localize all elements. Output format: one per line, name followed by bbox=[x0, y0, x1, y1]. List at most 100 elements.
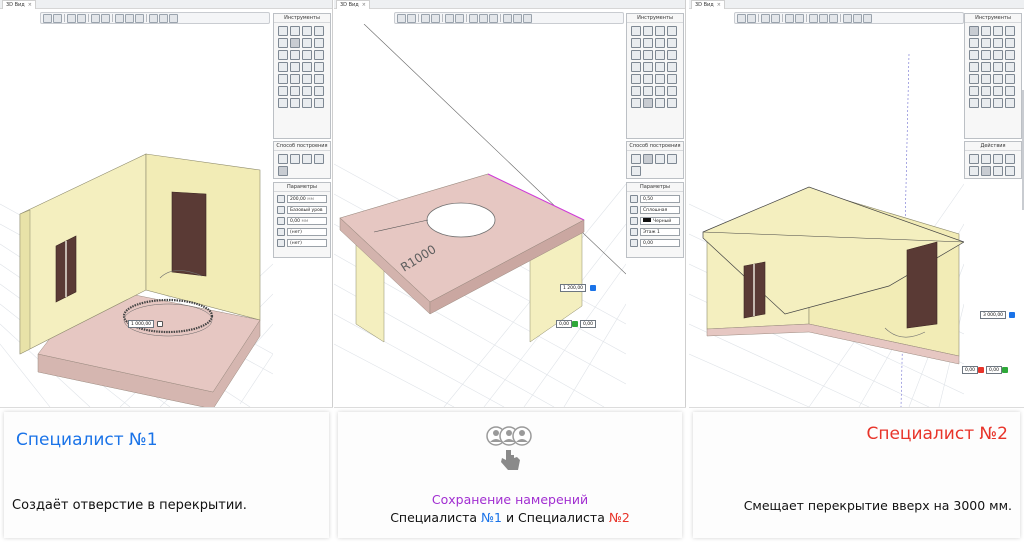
lock-icon[interactable] bbox=[157, 321, 163, 327]
undo-icon[interactable] bbox=[43, 13, 52, 23]
copy-icon[interactable] bbox=[819, 13, 828, 23]
stair-tool-icon[interactable] bbox=[667, 38, 677, 48]
mesh-tool-icon[interactable] bbox=[302, 74, 312, 84]
fill-tool-icon[interactable] bbox=[302, 98, 312, 108]
mesh-tool-icon[interactable] bbox=[993, 74, 1003, 84]
morph-tool-icon[interactable] bbox=[969, 74, 979, 84]
elevation-tool-icon[interactable] bbox=[981, 86, 991, 96]
line-tool-icon[interactable] bbox=[969, 98, 979, 108]
roof-tool-icon[interactable] bbox=[302, 38, 312, 48]
curtain-wall-tool-icon[interactable] bbox=[655, 62, 665, 72]
zone-tool-icon[interactable] bbox=[981, 62, 991, 72]
slab-tool-icon[interactable] bbox=[981, 38, 991, 48]
door-tool-icon[interactable] bbox=[981, 50, 991, 60]
elevate-action-icon[interactable] bbox=[969, 166, 979, 176]
cut-icon[interactable] bbox=[469, 13, 478, 23]
help-icon[interactable] bbox=[523, 13, 532, 23]
slab-tool-icon[interactable] bbox=[290, 38, 300, 48]
wall-tool-icon[interactable] bbox=[302, 26, 312, 36]
dimension-input-3[interactable]: 0,00 bbox=[580, 320, 597, 328]
beam-tool-icon[interactable] bbox=[278, 38, 288, 48]
copy-icon[interactable] bbox=[125, 13, 134, 23]
skylight-tool-icon[interactable] bbox=[314, 62, 324, 72]
tab-close-icon[interactable]: × bbox=[28, 2, 32, 8]
view-cube-icon[interactable] bbox=[843, 13, 852, 23]
text-tool-icon[interactable] bbox=[314, 98, 324, 108]
section-tool-icon[interactable] bbox=[278, 86, 288, 96]
rotate-tool-icon[interactable] bbox=[290, 26, 300, 36]
paste-icon[interactable] bbox=[135, 13, 144, 23]
roof-tool-icon[interactable] bbox=[993, 38, 1003, 48]
save-icon[interactable] bbox=[77, 13, 86, 23]
cut-icon[interactable] bbox=[115, 13, 124, 23]
level-tool-icon[interactable] bbox=[1005, 86, 1015, 96]
cut-icon[interactable] bbox=[809, 13, 818, 23]
roof-tool-icon[interactable] bbox=[655, 38, 665, 48]
floor-field[interactable]: Этаж 1 bbox=[640, 227, 680, 236]
paste-icon[interactable] bbox=[829, 13, 838, 23]
open-icon[interactable] bbox=[761, 13, 770, 23]
fill-tool-icon[interactable] bbox=[993, 98, 1003, 108]
rotate-tool-icon[interactable] bbox=[643, 26, 653, 36]
curtain-wall-tool-icon[interactable] bbox=[993, 62, 1003, 72]
lock-icon[interactable] bbox=[1002, 367, 1008, 373]
paste-icon[interactable] bbox=[489, 13, 498, 23]
section-tool-icon[interactable] bbox=[631, 86, 641, 96]
settings-icon[interactable] bbox=[159, 13, 168, 23]
beam-tool-icon[interactable] bbox=[969, 38, 979, 48]
circle-method-icon[interactable] bbox=[278, 166, 288, 176]
zone-tool-icon[interactable] bbox=[643, 62, 653, 72]
lock-icon[interactable] bbox=[590, 285, 596, 291]
save-icon[interactable] bbox=[431, 13, 440, 23]
morph-tool-icon[interactable] bbox=[278, 74, 288, 84]
fill-tool-icon[interactable] bbox=[655, 98, 665, 108]
lamp-tool-icon[interactable] bbox=[314, 74, 324, 84]
layer-field[interactable]: (нет) bbox=[287, 238, 327, 247]
lamp-tool-icon[interactable] bbox=[667, 74, 677, 84]
drag-action-icon[interactable] bbox=[981, 166, 991, 176]
elevation-tool-icon[interactable] bbox=[290, 86, 300, 96]
elevation-field[interactable]: 0,00 bbox=[640, 238, 680, 247]
level-tool-icon[interactable] bbox=[314, 86, 324, 96]
save-icon[interactable] bbox=[771, 13, 780, 23]
redo-icon[interactable] bbox=[53, 13, 62, 23]
dimension-input-3[interactable]: 0,00 bbox=[986, 366, 1003, 374]
tab-close-icon[interactable]: × bbox=[362, 2, 366, 8]
column-tool-icon[interactable] bbox=[314, 26, 324, 36]
curve-method-icon[interactable] bbox=[667, 154, 677, 164]
stretch-action-icon[interactable] bbox=[1005, 166, 1015, 176]
line-method-icon[interactable] bbox=[290, 154, 300, 164]
offset-action-icon[interactable] bbox=[1005, 154, 1015, 164]
arc-tool-icon[interactable] bbox=[290, 98, 300, 108]
offset-field[interactable]: 0,00 мм bbox=[287, 216, 327, 225]
opening-tool-icon[interactable] bbox=[655, 50, 665, 60]
shell-tool-icon[interactable] bbox=[290, 74, 300, 84]
dimension-input-1[interactable]: 3 000,00 bbox=[980, 311, 1007, 319]
print-icon[interactable] bbox=[445, 13, 454, 23]
text-tool-icon[interactable] bbox=[667, 98, 677, 108]
window-tool-icon[interactable] bbox=[631, 50, 641, 60]
line-weight-field[interactable]: 0,50 bbox=[640, 194, 680, 203]
railing-tool-icon[interactable] bbox=[667, 50, 677, 60]
stair-tool-icon[interactable] bbox=[1005, 38, 1015, 48]
lock-icon[interactable] bbox=[572, 321, 578, 327]
undo-icon[interactable] bbox=[397, 13, 406, 23]
print-icon[interactable] bbox=[91, 13, 100, 23]
settings-icon[interactable] bbox=[513, 13, 522, 23]
dimension-tool-icon[interactable] bbox=[302, 86, 312, 96]
zone-tool-icon[interactable] bbox=[290, 62, 300, 72]
curtain-wall-tool-icon[interactable] bbox=[302, 62, 312, 72]
section-tool-icon[interactable] bbox=[969, 86, 979, 96]
door-tool-icon[interactable] bbox=[290, 50, 300, 60]
view-cube-icon[interactable] bbox=[503, 13, 512, 23]
redo-icon[interactable] bbox=[747, 13, 756, 23]
tab-3d-view[interactable]: 3D Вид × bbox=[336, 0, 370, 9]
mirror-action-icon[interactable] bbox=[993, 154, 1003, 164]
lock-icon[interactable] bbox=[978, 367, 984, 373]
dimension-input-2[interactable]: 0,00 bbox=[962, 366, 979, 374]
mesh-tool-icon[interactable] bbox=[655, 74, 665, 84]
door-tool-icon[interactable] bbox=[643, 50, 653, 60]
rotate-tool-icon[interactable] bbox=[981, 26, 991, 36]
tab-3d-view[interactable]: 3D Вид × bbox=[691, 0, 725, 9]
export-icon[interactable] bbox=[795, 13, 804, 23]
